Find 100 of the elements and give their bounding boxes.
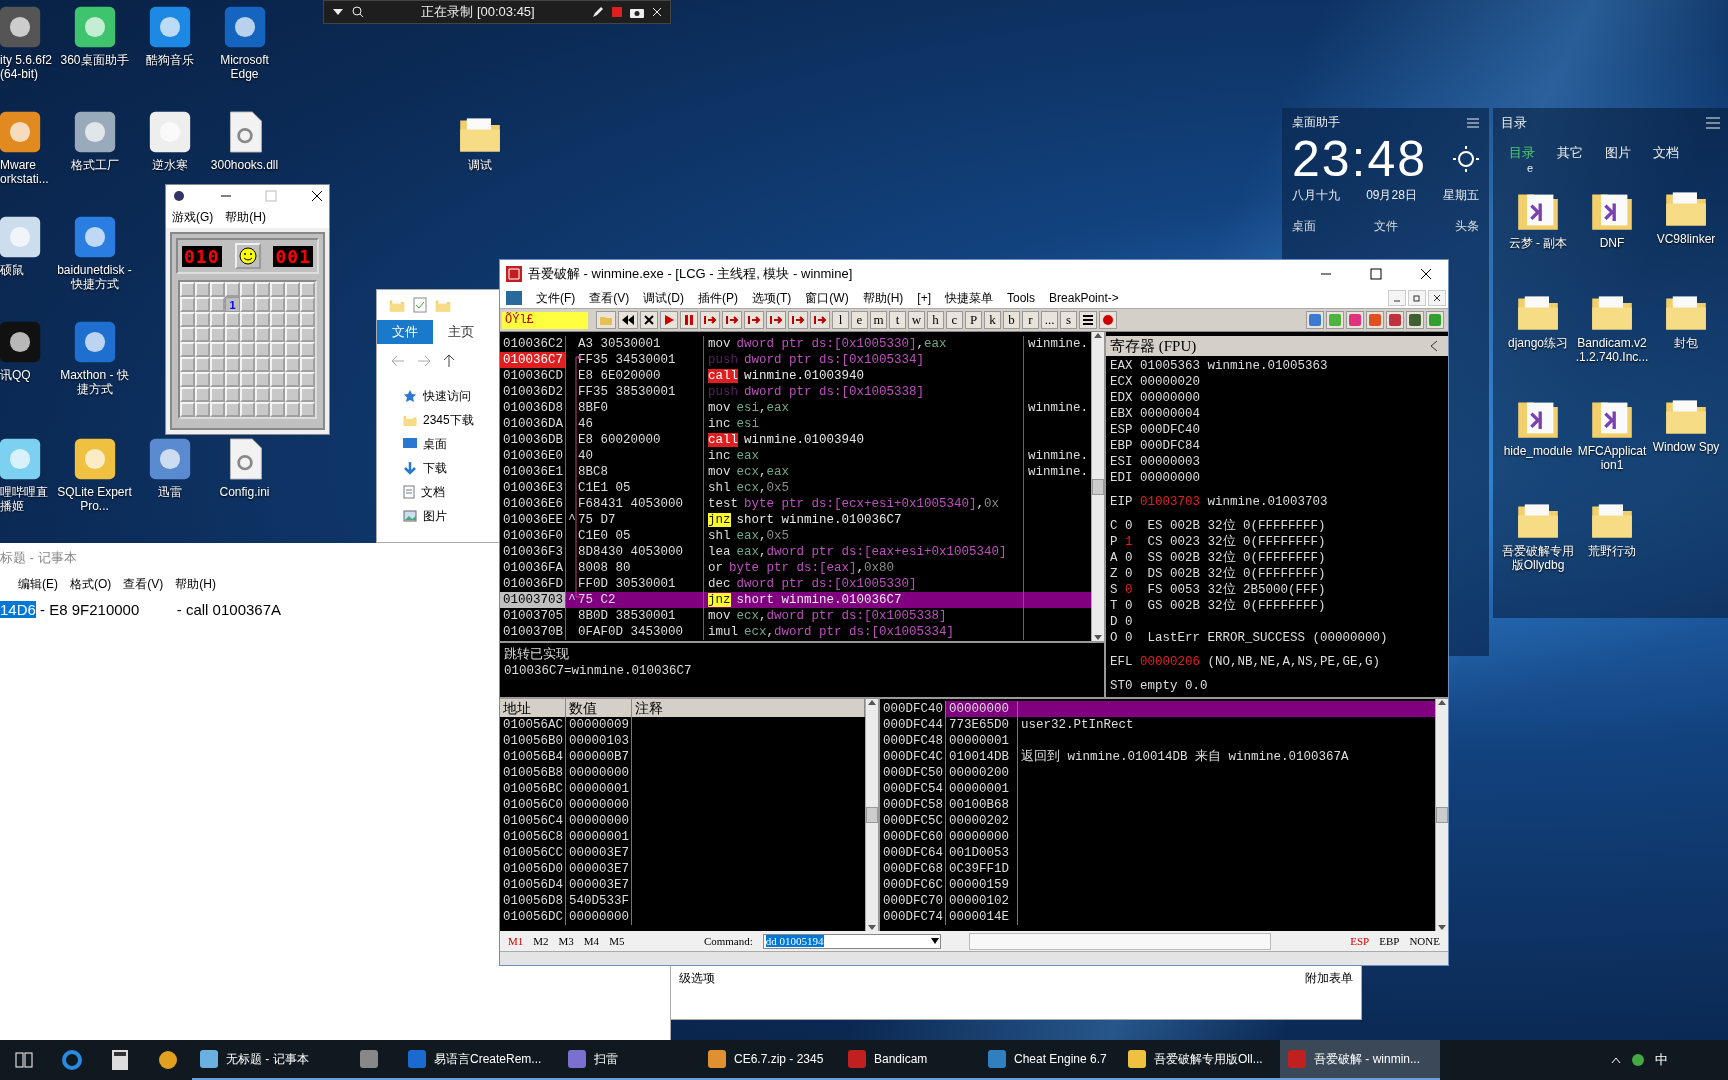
desktop-icon-label[interactable]: SQLite Expert Pro...: [57, 485, 132, 513]
rewind-button[interactable]: [618, 311, 638, 329]
desktop-icon-label[interactable]: DNF: [1575, 236, 1649, 250]
mine-cell[interactable]: [270, 312, 285, 327]
mine-cell[interactable]: [195, 402, 210, 417]
step-button[interactable]: [810, 311, 830, 329]
mine-cell[interactable]: [255, 402, 270, 417]
mine-cell[interactable]: [300, 357, 315, 372]
stack-row[interactable]: 000DFC64 001D0053: [880, 845, 1435, 861]
mine-cell[interactable]: [180, 282, 195, 297]
mine-cell[interactable]: [195, 372, 210, 387]
document-icon[interactable]: [403, 485, 415, 499]
mine-cell[interactable]: [255, 282, 270, 297]
app-icon[interactable]: [72, 5, 117, 49]
mine-cell[interactable]: [225, 327, 240, 342]
close-button[interactable]: [1428, 290, 1446, 306]
maximize-icon[interactable]: [265, 190, 278, 202]
disassembly-row[interactable]: 010036EE ^ 75 D7 jnz short winmine.010036C7: [500, 512, 1091, 528]
mine-cell[interactable]: [300, 342, 315, 357]
toolbar-button[interactable]: k: [984, 311, 1001, 329]
desktop-icon-label[interactable]: 酷狗音乐: [132, 53, 207, 67]
desktop-icon-label[interactable]: 吾爱破解专用版Ollydbg: [1501, 543, 1575, 572]
disassembly-row[interactable]: 010036F0 C1E0 05 shl eax,0x5: [500, 528, 1091, 544]
mine-cell[interactable]: [240, 282, 255, 297]
taskbar-button[interactable]: 扫雷: [560, 1040, 700, 1080]
stack-row[interactable]: 000DFC74 0000014E: [880, 909, 1435, 925]
mine-cell[interactable]: [180, 342, 195, 357]
pause-button[interactable]: [680, 311, 698, 329]
dropdown-icon[interactable]: [929, 937, 940, 945]
disassembly-row[interactable]: 01003705 8B0D 38530001 mov ecx,dword ptr ds:[0x1005338]: [500, 608, 1091, 624]
mine-cell[interactable]: [210, 327, 225, 342]
taskbar-button[interactable]: 吾爱破解 - winmin...: [1280, 1040, 1440, 1080]
app-icon[interactable]: [0, 110, 42, 154]
mine-cell[interactable]: [285, 342, 300, 357]
disassembly-row[interactable]: 010036CD E8 6E020000 call winmine.01003940: [500, 368, 1091, 384]
plugin-button[interactable]: [1426, 311, 1444, 329]
disassembly-row[interactable]: 010036D8 8BF0 mov esi,eax winmine.: [500, 400, 1091, 416]
mine-cell[interactable]: [285, 327, 300, 342]
desktop-icon-label[interactable]: 封包: [1649, 335, 1723, 350]
mine-cell[interactable]: [195, 342, 210, 357]
desktop-icon-label[interactable]: Microsoft Edge: [207, 53, 282, 81]
fence-tab[interactable]: 目录: [1509, 144, 1535, 162]
scroll-thumb[interactable]: [1092, 478, 1104, 495]
mine-cell[interactable]: [300, 327, 315, 342]
toolbar-button[interactable]: P: [965, 311, 982, 329]
stack-row[interactable]: 000DFC4C 010014DB 返回到 winmine.010014DB 来自 winmine.0100367A: [880, 749, 1435, 765]
mine-cell[interactable]: [255, 297, 270, 312]
mine-cell[interactable]: [300, 402, 315, 417]
disassembly-row[interactable]: 010036F3 8D8430 4053000 lea eax,dword ptr ds:[eax+esi+0x1005340]: [500, 544, 1091, 560]
mine-cell[interactable]: [285, 312, 300, 327]
desktop-icon-label[interactable]: ity 5.6.6f2 (64-bit): [0, 53, 57, 81]
stack-row[interactable]: 000DFC58 00100B68: [880, 797, 1435, 813]
plugin-button[interactable]: [1366, 311, 1384, 329]
toolbar-button[interactable]: ...: [1041, 311, 1058, 329]
widget-action[interactable]: 文件: [1373, 218, 1398, 235]
app-icon[interactable]: [0, 320, 42, 364]
mine-cell[interactable]: [240, 387, 255, 402]
mine-cell[interactable]: [300, 282, 315, 297]
nav-item[interactable]: 文档: [421, 483, 445, 501]
app-icon[interactable]: [147, 437, 192, 481]
memory-tab[interactable]: M2: [533, 935, 549, 947]
mine-cell[interactable]: [255, 327, 270, 342]
mine-cell[interactable]: [270, 327, 285, 342]
widget-action[interactable]: 桌面: [1292, 218, 1316, 235]
back-icon[interactable]: [391, 355, 405, 367]
desktop-icon-label[interactable]: Mware orkstati...: [0, 158, 57, 186]
menu-item[interactable]: 插件(P): [698, 289, 738, 307]
star-icon[interactable]: [403, 389, 417, 403]
toolbar-button[interactable]: m: [870, 311, 887, 329]
mine-cell[interactable]: [300, 312, 315, 327]
disassembly-row[interactable]: 01003703 ^ 75 C2 jnz short winmine.010036C7: [500, 592, 1091, 608]
desktop-icon-label[interactable]: VC98linker: [1649, 231, 1723, 246]
ribbon-tab[interactable]: 文件: [377, 320, 433, 344]
disassembly-row[interactable]: 010036C7 FF35 34530001 push dword ptr ds:[0x1005334]: [500, 352, 1091, 368]
network-icon[interactable]: [1631, 1053, 1645, 1067]
collapse-icon[interactable]: [1430, 340, 1438, 352]
mine-cell[interactable]: [180, 327, 195, 342]
fence-tab[interactable]: 图片: [1605, 144, 1631, 162]
nav-item[interactable]: 下载: [423, 459, 447, 477]
menu-item[interactable]: 帮助(H): [175, 575, 216, 593]
desktop-icon-label[interactable]: Window Spy: [1649, 439, 1723, 454]
mine-cell[interactable]: [180, 297, 195, 312]
mine-cell[interactable]: [180, 372, 195, 387]
menu-item[interactable]: BreakPoint->: [1049, 291, 1119, 305]
column-header[interactable]: 地址: [500, 699, 566, 717]
mine-cell[interactable]: [210, 357, 225, 372]
stack-row[interactable]: 000DFC44 773E65D0 user32.PtInRect: [880, 717, 1435, 733]
step-button[interactable]: [766, 311, 786, 329]
mine-cell[interactable]: [210, 402, 225, 417]
nav-item[interactable]: 2345下载: [423, 411, 474, 429]
chevron-icon[interactable]: [1611, 1056, 1621, 1064]
desktop-icon-label[interactable]: 格式工厂: [57, 158, 132, 172]
mine-cell[interactable]: [270, 372, 285, 387]
stack-row[interactable]: 000DFC6C 00000159: [880, 877, 1435, 893]
mine-cell[interactable]: [255, 372, 270, 387]
app-icon[interactable]: [72, 110, 117, 154]
step-button[interactable]: [788, 311, 808, 329]
smiley-button[interactable]: [234, 243, 261, 269]
mine-cell[interactable]: [240, 342, 255, 357]
ime-indicator[interactable]: 中: [1655, 1051, 1668, 1069]
